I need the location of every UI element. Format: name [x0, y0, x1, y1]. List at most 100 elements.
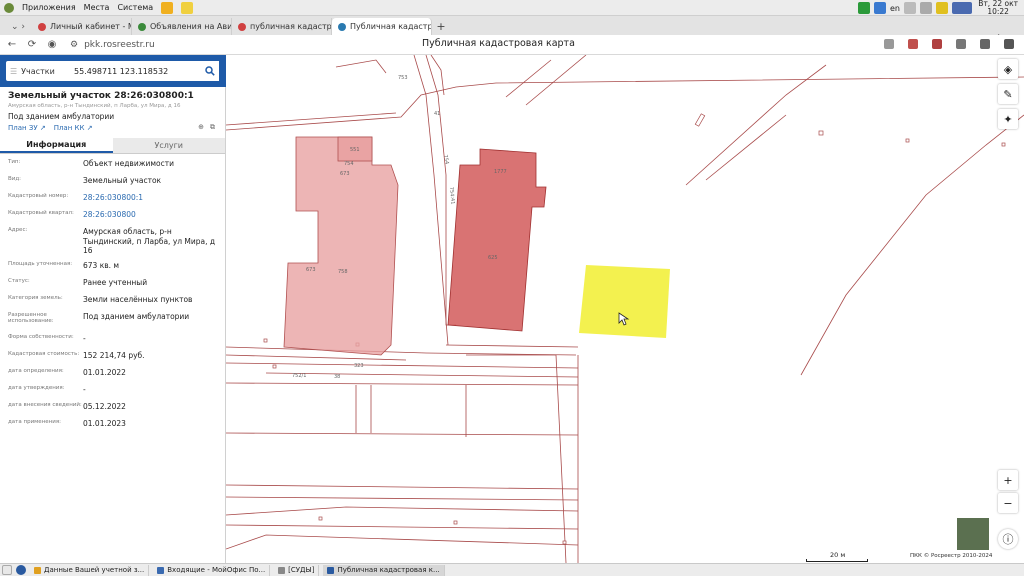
layers-button[interactable]: ◈	[998, 59, 1018, 79]
start-icon[interactable]	[16, 565, 26, 575]
selected-parcel-highlight[interactable]	[579, 265, 670, 338]
new-tab-button[interactable]: +	[432, 18, 450, 35]
attribute-key: Форма собственности:	[8, 333, 74, 340]
taskbar-item[interactable]: [СУДЫ]	[274, 564, 320, 576]
menu-applications[interactable]: Приложения	[22, 3, 76, 12]
parcel-boundary	[430, 55, 445, 96]
taskbar-item-label: Входящие - МойОфис По...	[167, 566, 266, 574]
attribute-key: дата определения:	[8, 367, 64, 374]
measure-button[interactable]: ✎	[998, 84, 1018, 104]
apps-menu-icon[interactable]	[4, 2, 14, 13]
menu-icon[interactable]	[1004, 39, 1014, 49]
clock-time: 10:22	[987, 7, 1009, 16]
search-icon	[205, 66, 215, 76]
taskbar-item[interactable]: Данные Вашей учетной з...	[30, 564, 150, 576]
network-icon[interactable]	[920, 2, 932, 14]
info-panel: ☰ Участки 55.498711 123.118532 ‹ Земельн…	[0, 55, 233, 563]
search-button[interactable]	[201, 61, 219, 81]
plan-kk-link[interactable]: План КК ↗	[54, 124, 93, 132]
tab-favicon-icon	[238, 22, 246, 31]
map-label: 625	[488, 255, 498, 261]
zoom-to-object-icon[interactable]: ⊕	[198, 123, 204, 132]
url-field[interactable]: ⚙ pkk.rosreestr.ru	[70, 40, 155, 50]
extension-icon[interactable]	[980, 39, 990, 49]
attribute-row: Площадь уточненная: 673 кв. м	[8, 256, 217, 273]
parcel-boundary	[685, 64, 827, 186]
tab-label: Публичная кадастр	[350, 22, 432, 31]
keyboard-layout[interactable]: en	[890, 4, 900, 13]
browser-tab[interactable]: публичная кадастров	[232, 18, 332, 35]
basemap-switcher[interactable]	[956, 517, 990, 551]
display-icon[interactable]	[952, 2, 972, 14]
tab-favicon-icon	[138, 22, 146, 31]
site-info-icon[interactable]: ◉	[44, 39, 60, 50]
taskbar-item-label: Данные Вашей учетной з...	[44, 566, 145, 574]
tab-label: Личный кабинет - Мо	[50, 22, 132, 31]
attribute-key: Тип:	[8, 159, 21, 165]
attribute-value: Амурская область, р-н Тындинский, п Ларб…	[83, 227, 216, 255]
cadastral-number-link[interactable]: 28:26:030800:1	[83, 193, 217, 203]
attribute-row: Кадастровая стоимость: 152 214,74 руб.	[8, 346, 217, 363]
show-desktop-icon[interactable]	[2, 565, 12, 575]
north-arrow-button[interactable]: ✦	[998, 109, 1018, 129]
map-canvas[interactable]: 753 41 754 754:41 551 754 673 673 758 17…	[226, 55, 1024, 563]
plan-zu-label: План ЗУ	[8, 124, 38, 132]
search-type-select[interactable]: ☰ Участки	[6, 61, 70, 81]
menu-places[interactable]: Места	[84, 3, 110, 12]
tab-list-button[interactable]: ⌄ ›	[4, 18, 32, 35]
reload-icon[interactable]: ⟳	[24, 39, 40, 50]
parcel-673[interactable]	[283, 136, 399, 356]
browser-tab[interactable]: Объявления на Авито	[132, 18, 232, 35]
launcher-icon[interactable]	[181, 1, 194, 14]
attribute-key: Площадь уточненная:	[8, 260, 73, 267]
map-marker	[905, 138, 910, 143]
search-input[interactable]: 55.498711 123.118532	[70, 61, 201, 81]
zoom-out-button[interactable]: −	[998, 493, 1018, 513]
clock[interactable]: Вт, 22 окт 10:22	[978, 0, 1018, 16]
system-tray: en	[858, 2, 972, 14]
zoom-in-button[interactable]: +	[998, 470, 1018, 490]
tab-info[interactable]: Информация	[0, 138, 113, 153]
menu-system[interactable]: Система	[117, 3, 153, 12]
download-icon[interactable]	[956, 39, 966, 49]
info-button[interactable]: ⓘ	[998, 529, 1018, 549]
parcel-625[interactable]	[447, 148, 547, 332]
attribute-value: Ранее учтенный	[83, 277, 148, 287]
launcher-icon[interactable]	[161, 1, 174, 14]
tab-services[interactable]: Услуги	[112, 138, 225, 153]
tray-app-icon[interactable]	[874, 2, 886, 14]
attribute-value: 673 кв. м	[83, 260, 120, 270]
cadastral-map[interactable]: 753 41 754 754:41 551 754 673 673 758 17…	[226, 55, 1024, 563]
taskbar-item-active[interactable]: Публичная кадастровая к...	[323, 564, 445, 576]
plan-zu-link[interactable]: План ЗУ ↗	[8, 124, 46, 132]
map-marker	[1001, 142, 1006, 147]
attribute-row: Кадастровый квартал: 28:26:030800	[8, 205, 217, 222]
browser-tab-active[interactable]: Публичная кадастр ×	[332, 18, 432, 35]
plan-links: План ЗУ ↗ План КК ↗ ⊕ ⧉	[0, 121, 225, 132]
panel-tabs: Информация Услуги	[0, 138, 225, 154]
attribute-value: 152 214,74 руб.	[83, 350, 145, 360]
back-icon[interactable]: ←	[4, 39, 20, 50]
url-text: pkk.rosreestr.ru	[84, 39, 155, 50]
taskbar: Данные Вашей учетной з... Входящие - Мой…	[0, 563, 1024, 576]
parcel-boundary	[226, 496, 579, 501]
tray-app-icon[interactable]	[858, 2, 870, 14]
cadastral-quarter-link[interactable]: 28:26:030800	[83, 210, 217, 220]
notes-icon[interactable]	[936, 2, 948, 14]
attribute-value: -	[83, 384, 86, 394]
taskbar-item[interactable]: Входящие - МойОфис По...	[153, 564, 271, 576]
volume-icon[interactable]	[904, 2, 916, 14]
map-marker	[818, 130, 824, 136]
layers-icon: ☰	[10, 66, 18, 76]
extension-icon[interactable]	[884, 39, 894, 49]
attribute-row: дата определения: 01.01.2022	[8, 363, 217, 380]
extension-icon[interactable]	[932, 39, 942, 49]
bookmark-icon[interactable]	[908, 39, 918, 49]
copy-icon[interactable]: ⧉	[210, 123, 215, 132]
browser-tab[interactable]: Личный кабинет - Мо	[32, 18, 132, 35]
tab-favicon-icon	[38, 22, 46, 31]
site-settings-icon[interactable]: ⚙	[70, 40, 78, 50]
parcel-boundary	[525, 55, 587, 106]
app-icon	[327, 566, 335, 574]
attribute-row: дата утверждения: -	[8, 380, 217, 397]
